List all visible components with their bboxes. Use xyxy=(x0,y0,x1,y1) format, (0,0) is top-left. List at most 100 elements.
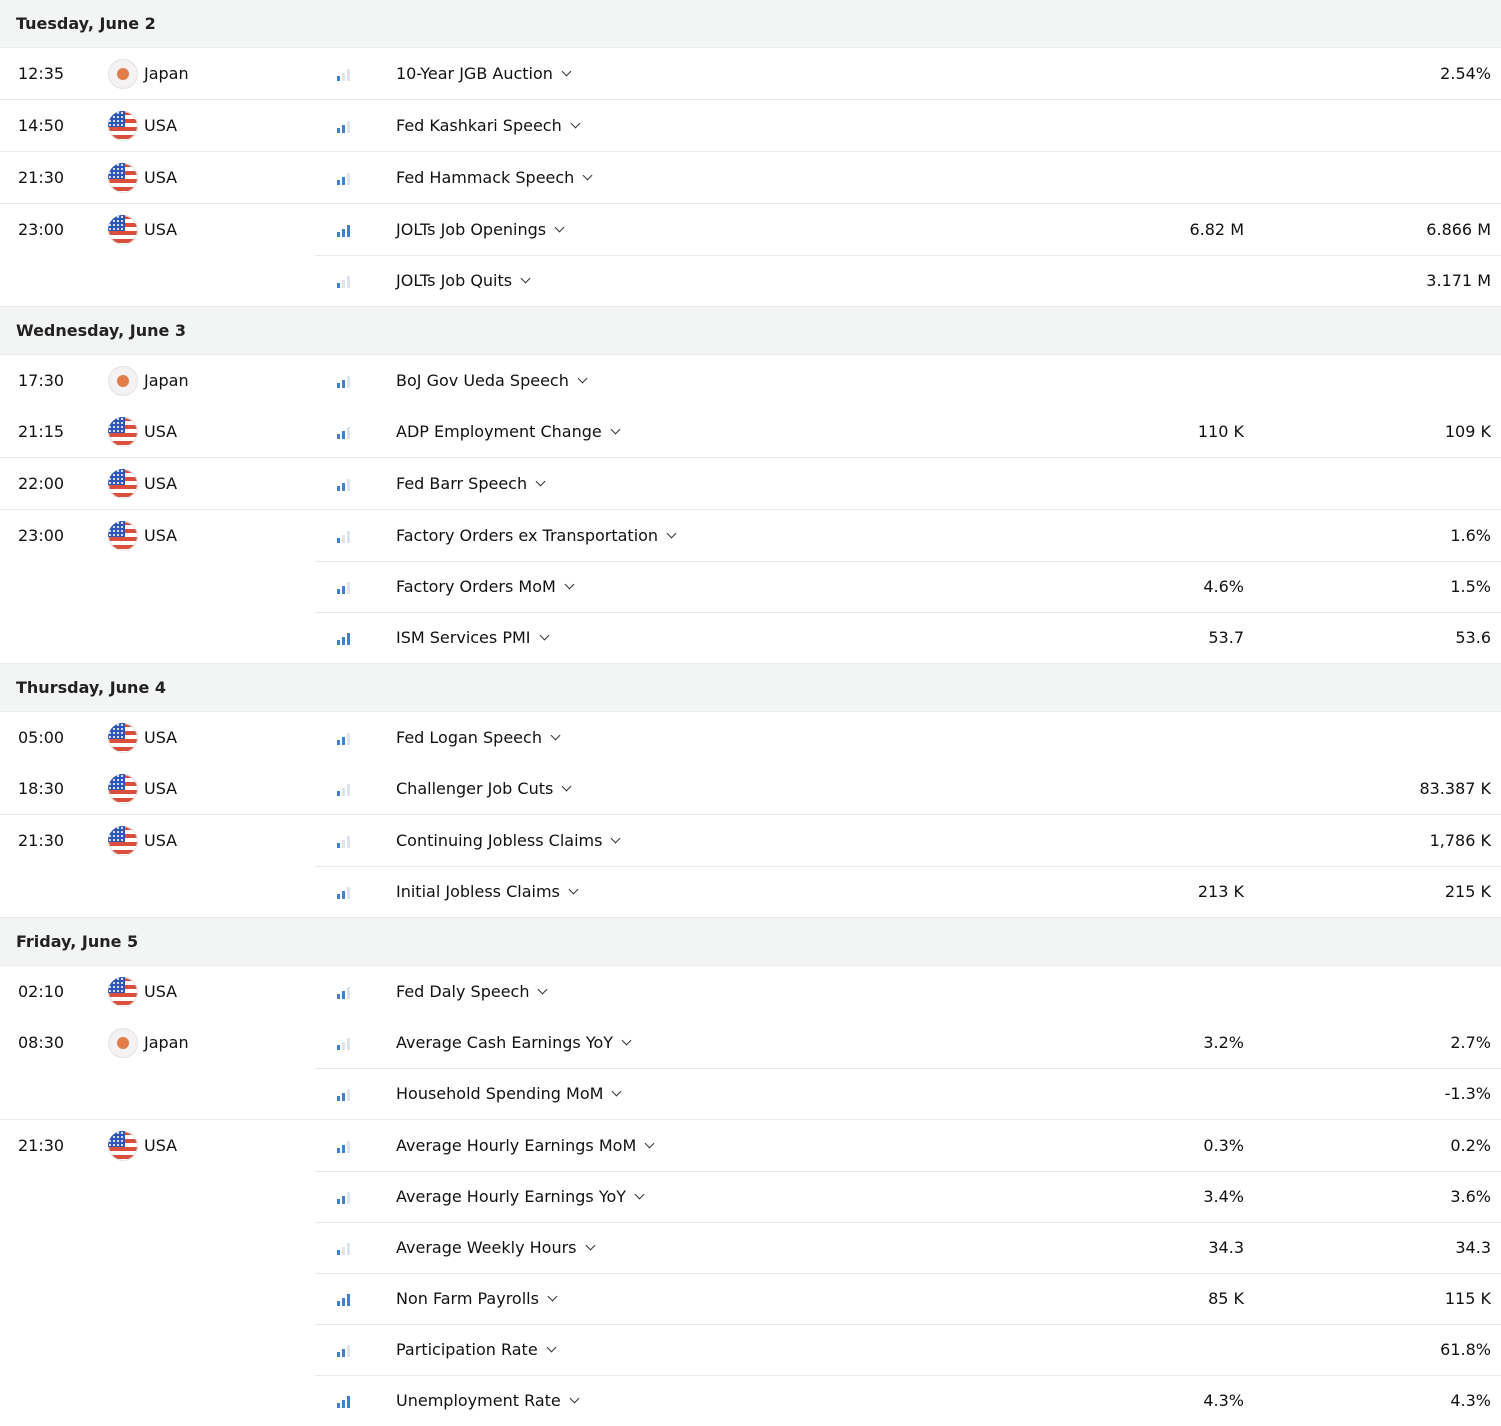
importance-bars-icon xyxy=(337,171,350,185)
importance-bar xyxy=(347,986,350,999)
importance-bar xyxy=(337,1095,340,1101)
event-name-dropdown[interactable]: Average Hourly Earnings MoM xyxy=(396,1136,655,1155)
event-name-dropdown[interactable]: Average Cash Earnings YoY xyxy=(396,1033,632,1052)
chevron-down-icon[interactable] xyxy=(610,424,621,434)
chevron-down-icon[interactable] xyxy=(582,170,593,180)
event-row[interactable]: 14:50 USA Fed Kashkari Speech xyxy=(0,100,1501,151)
chevron-down-icon[interactable] xyxy=(535,476,546,486)
importance-bar xyxy=(347,426,350,439)
chevron-down-icon[interactable] xyxy=(554,222,565,232)
event-row[interactable]: 21:30 USA Average Hourly Earnings MoM 0.3% 0… xyxy=(0,1120,1501,1171)
event-name-dropdown[interactable]: Fed Hammack Speech xyxy=(396,168,593,187)
event-name-dropdown[interactable]: Fed Logan Speech xyxy=(396,728,561,747)
event-country: USA xyxy=(108,468,177,499)
importance-bar xyxy=(342,534,345,543)
event-row[interactable]: 21:30 USA Fed Hammack Speech xyxy=(0,152,1501,203)
event-name-dropdown[interactable]: Fed Barr Speech xyxy=(396,474,546,493)
event-row[interactable]: Non Farm Payrolls 85 K 115 K xyxy=(0,1273,1501,1324)
day-header: Friday, June 5 xyxy=(0,918,1501,966)
chevron-down-icon[interactable] xyxy=(547,1291,558,1301)
event-prior: 1.6% xyxy=(1450,526,1491,545)
event-row[interactable]: 18:30 USA Challenger Job Cuts 83.387 K xyxy=(0,763,1501,814)
importance-bars-icon xyxy=(337,274,350,288)
event-row[interactable]: Unemployment Rate 4.3% 4.3% xyxy=(0,1375,1501,1426)
event-country: USA xyxy=(108,214,177,245)
event-name: Initial Jobless Claims xyxy=(396,882,560,901)
chevron-down-icon[interactable] xyxy=(561,66,572,76)
country-name: Japan xyxy=(144,371,189,390)
day-header: Tuesday, June 2 xyxy=(0,0,1501,48)
importance-bar xyxy=(347,1140,350,1153)
chevron-down-icon[interactable] xyxy=(570,118,581,128)
event-name-dropdown[interactable]: ADP Employment Change xyxy=(396,422,621,441)
chevron-down-icon[interactable] xyxy=(585,1240,595,1250)
event-row[interactable]: 21:15 USA ADP Employment Change 110 K 109 K xyxy=(0,406,1501,457)
event-row[interactable]: 21:30 USA Continuing Jobless Claims 1,786 K xyxy=(0,815,1501,866)
chevron-down-icon[interactable] xyxy=(561,781,572,791)
event-name-dropdown[interactable]: Initial Jobless Claims xyxy=(396,882,579,901)
row-divider xyxy=(315,1375,1501,1376)
chevron-down-icon[interactable] xyxy=(546,1342,557,1352)
japan-flag-icon xyxy=(108,365,138,396)
chevron-down-icon[interactable] xyxy=(611,1086,622,1096)
event-name-dropdown[interactable]: Factory Orders MoM xyxy=(396,577,575,596)
chevron-down-icon[interactable] xyxy=(577,373,588,383)
event-row[interactable]: Household Spending MoM -1.3% xyxy=(0,1068,1501,1119)
event-row[interactable]: Initial Jobless Claims 213 K 215 K xyxy=(0,866,1501,917)
event-name-dropdown[interactable]: Average Hourly Earnings YoY xyxy=(396,1187,645,1206)
chevron-down-icon[interactable] xyxy=(644,1138,655,1148)
importance-bars-icon xyxy=(337,631,350,645)
chevron-down-icon[interactable] xyxy=(569,1393,580,1403)
event-name-dropdown[interactable]: Fed Kashkari Speech xyxy=(396,116,581,135)
chevron-down-icon[interactable] xyxy=(538,984,548,994)
event-name-dropdown[interactable]: Challenger Job Cuts xyxy=(396,779,572,798)
event-name-dropdown[interactable]: Continuing Jobless Claims xyxy=(396,831,621,850)
event-row[interactable]: 12:35 Japan 10-Year JGB Auction 2.54% xyxy=(0,48,1501,99)
event-row[interactable]: 23:00 USA JOLTs Job Openings 6.82 M 6.866 M xyxy=(0,204,1501,255)
event-name-dropdown[interactable]: Factory Orders ex Transportation xyxy=(396,526,677,545)
event-row[interactable]: 23:00 USA Factory Orders ex Transportation… xyxy=(0,510,1501,561)
event-name-dropdown[interactable]: JOLTs Job Openings xyxy=(396,220,565,239)
event-name-dropdown[interactable]: ISM Services PMI xyxy=(396,628,549,647)
event-row[interactable]: ISM Services PMI 53.7 53.6 xyxy=(0,612,1501,663)
event-row[interactable]: 22:00 USA Fed Barr Speech xyxy=(0,458,1501,509)
event-name-dropdown[interactable]: Non Farm Payrolls xyxy=(396,1289,558,1308)
importance-bars-icon xyxy=(337,885,350,899)
event-name-dropdown[interactable]: JOLTs Job Quits xyxy=(396,271,531,290)
country-name: USA xyxy=(144,422,178,441)
chevron-down-icon[interactable] xyxy=(610,833,621,843)
event-country: USA xyxy=(108,416,178,447)
chevron-down-icon[interactable] xyxy=(568,884,579,894)
event-row[interactable]: 02:10 USA Fed Daly Speech xyxy=(0,966,1501,1017)
chevron-down-icon[interactable] xyxy=(539,630,549,640)
chevron-down-icon[interactable] xyxy=(564,579,575,589)
event-row[interactable]: Average Weekly Hours 34.3 34.3 xyxy=(0,1222,1501,1273)
event-name-dropdown[interactable]: Household Spending MoM xyxy=(396,1084,622,1103)
event-name-dropdown[interactable]: 10-Year JGB Auction xyxy=(396,64,572,83)
event-name-dropdown[interactable]: Average Weekly Hours xyxy=(396,1238,595,1257)
event-row[interactable]: 17:30 Japan BoJ Gov Ueda Speech xyxy=(0,355,1501,406)
event-name-dropdown[interactable]: Participation Rate xyxy=(396,1340,557,1359)
chevron-down-icon[interactable] xyxy=(634,1189,645,1199)
event-row[interactable]: Participation Rate 61.8% xyxy=(0,1324,1501,1375)
event-name-dropdown[interactable]: Unemployment Rate xyxy=(396,1391,580,1410)
event-row[interactable]: Average Hourly Earnings YoY 3.4% 3.6% xyxy=(0,1171,1501,1222)
event-name: Fed Daly Speech xyxy=(396,982,530,1001)
chevron-down-icon[interactable] xyxy=(621,1035,632,1045)
event-name: JOLTs Job Quits xyxy=(396,271,513,290)
event-row[interactable]: Factory Orders MoM 4.6% 1.5% xyxy=(0,561,1501,612)
event-name-dropdown[interactable]: Fed Daly Speech xyxy=(396,982,548,1001)
event-name-dropdown[interactable]: BoJ Gov Ueda Speech xyxy=(396,371,588,390)
chevron-down-icon[interactable] xyxy=(666,528,677,538)
event-prior: 61.8% xyxy=(1440,1340,1491,1359)
event-row[interactable]: 08:30 Japan Average Cash Earnings YoY 3.2% 2… xyxy=(0,1017,1501,1068)
importance-bar xyxy=(337,1351,340,1357)
row-divider xyxy=(315,1324,1501,1325)
chevron-down-icon[interactable] xyxy=(550,730,561,740)
event-row[interactable]: JOLTs Job Quits 3.171 M xyxy=(0,255,1501,306)
chevron-down-icon[interactable] xyxy=(520,273,531,283)
country-name: USA xyxy=(144,982,178,1001)
event-country: USA xyxy=(108,110,177,141)
importance-bars-icon xyxy=(337,477,350,491)
event-row[interactable]: 05:00 USA Fed Logan Speech xyxy=(0,712,1501,763)
